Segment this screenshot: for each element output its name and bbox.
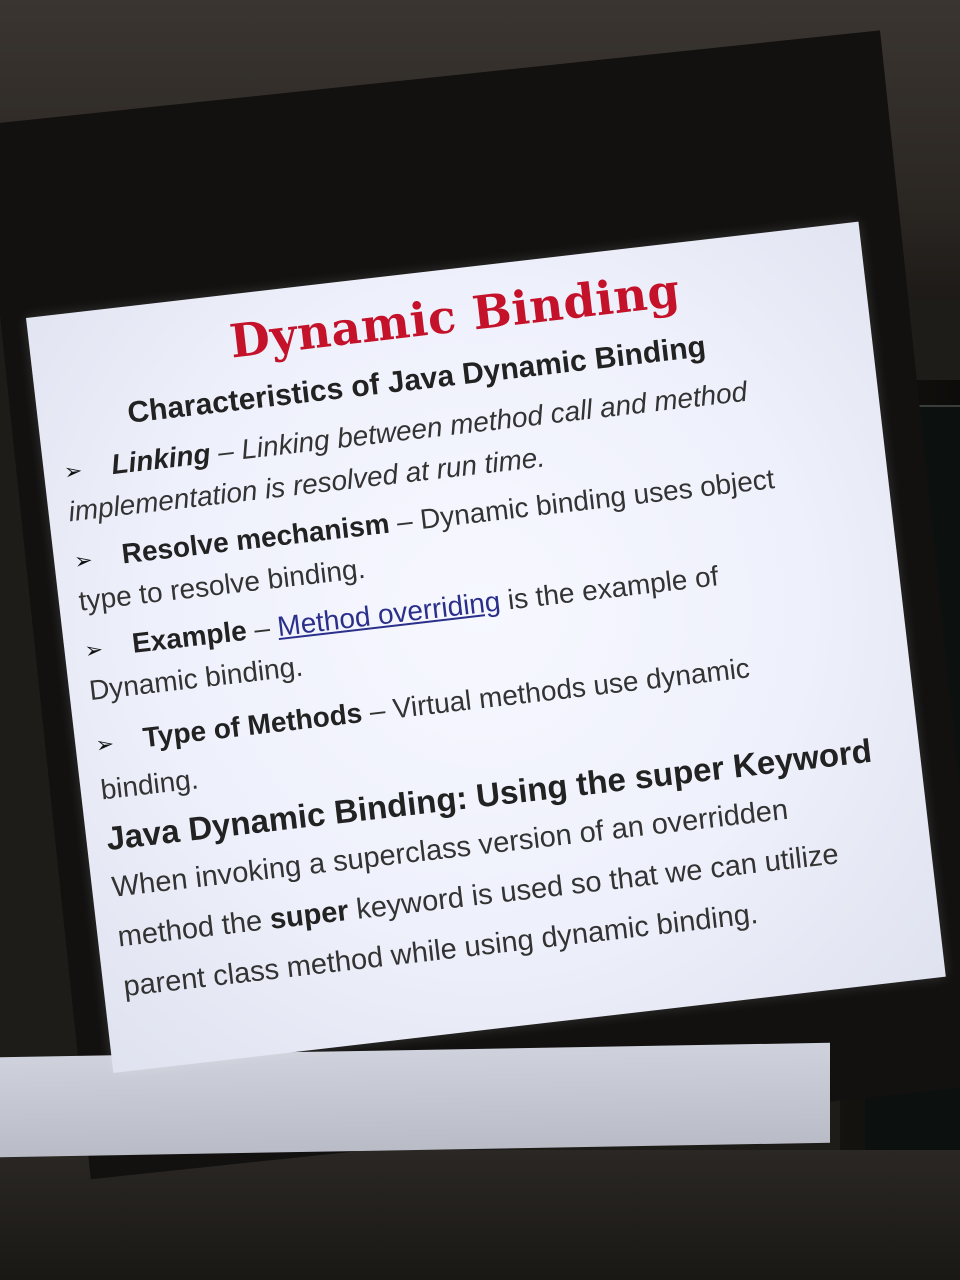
bullet-label: Type of Methods <box>141 697 364 754</box>
method-overriding-link[interactable]: Method overriding <box>276 585 502 642</box>
bullet-dash: – <box>387 504 422 539</box>
bullet-arrow-icon: ➢ <box>72 547 95 574</box>
super-keyword: super <box>268 894 351 936</box>
bullet-text: Virtual methods use dynamic <box>391 652 752 725</box>
paragraph-text: method the <box>115 904 272 954</box>
slide: Dynamic Binding Characteristics of Java … <box>38 245 915 1052</box>
bullet-label: Linking <box>109 437 213 481</box>
bullet-continuation: binding. <box>98 763 200 806</box>
bullet-text: is the example of <box>498 560 720 617</box>
bullet-dash: – <box>360 693 395 728</box>
bullet-label: Example <box>130 614 249 659</box>
bullet-arrow-icon: ➢ <box>62 457 84 485</box>
bullet-arrow-icon: ➢ <box>83 636 105 664</box>
bullet-arrow-icon: ➢ <box>94 730 116 758</box>
projector-screen: Dynamic Binding Characteristics of Java … <box>26 221 946 1073</box>
bullet-dash: – <box>244 611 280 646</box>
bullet-dash: – <box>208 434 244 469</box>
